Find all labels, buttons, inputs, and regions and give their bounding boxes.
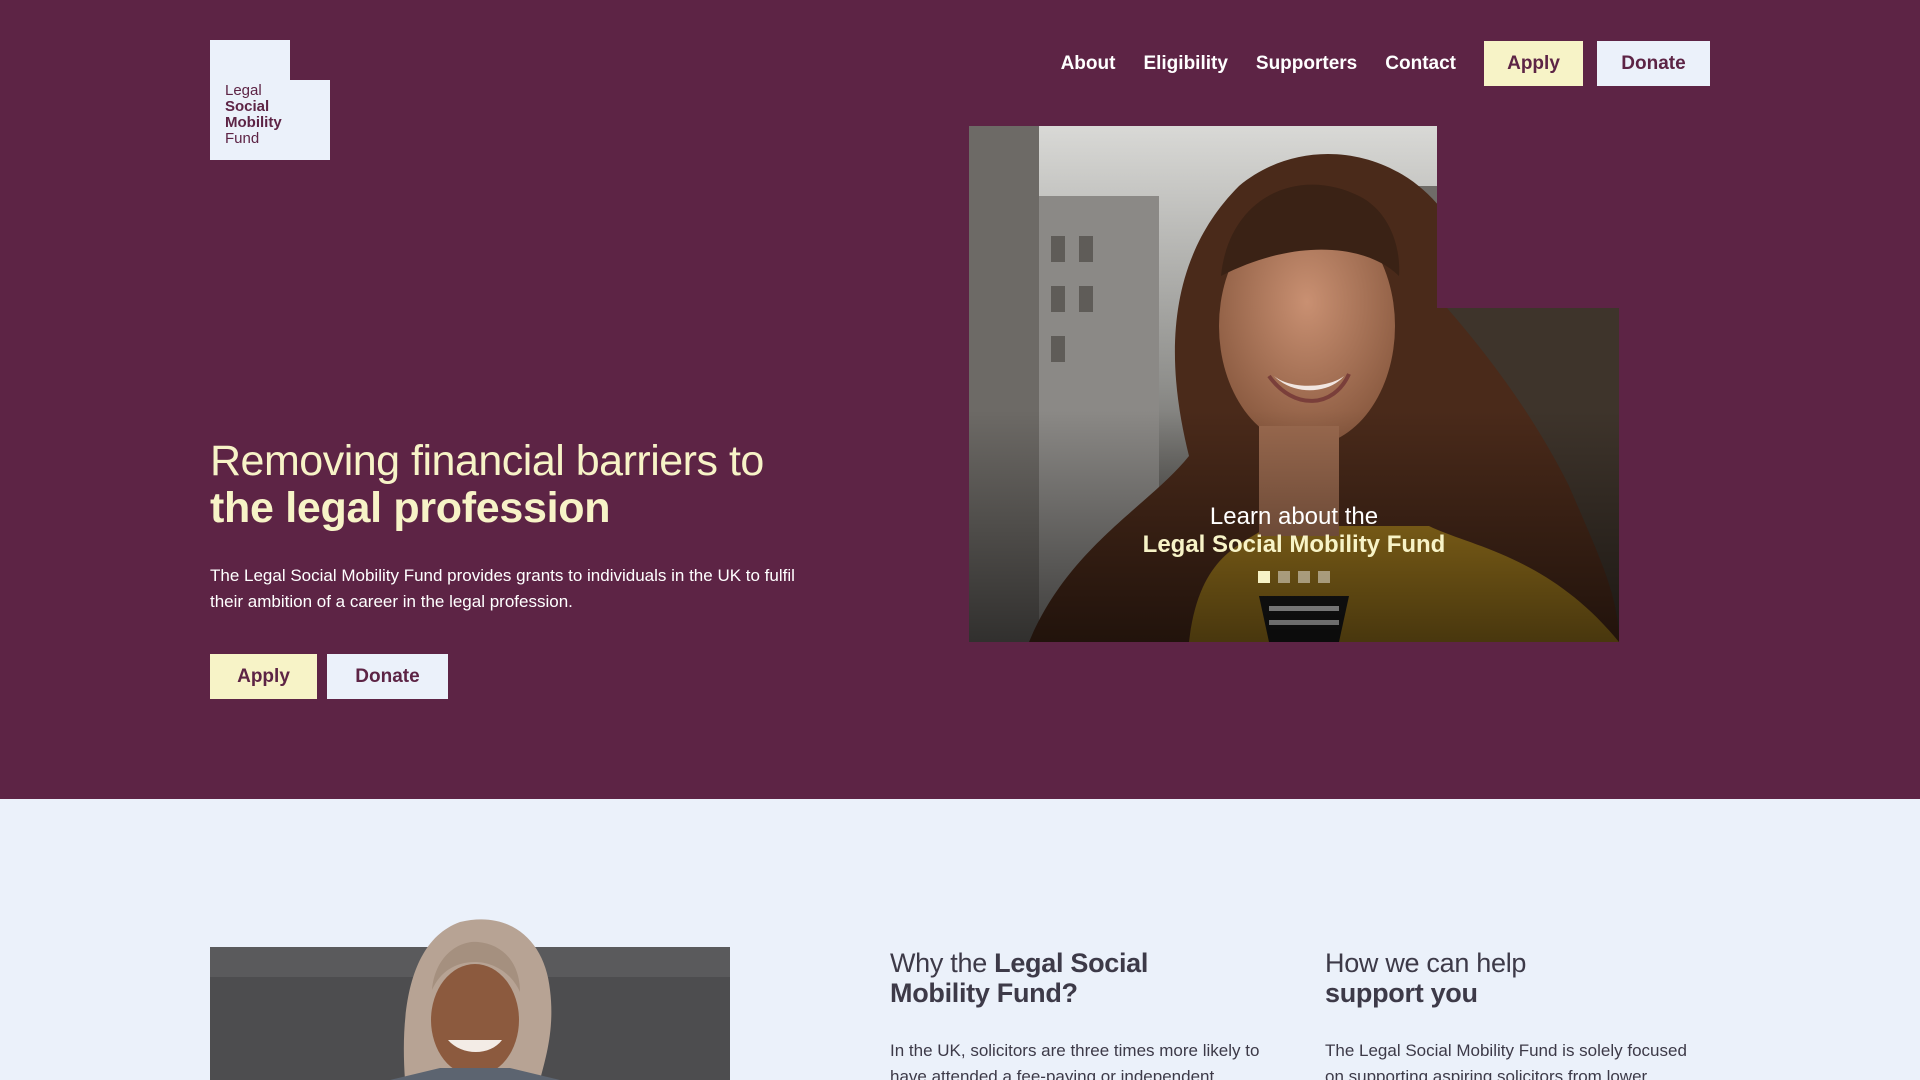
carousel-dot-4[interactable] xyxy=(1318,571,1330,583)
why-body: In the UK, solicitors are three times mo… xyxy=(890,1041,1260,1080)
smiling-woman-photo xyxy=(969,126,1437,642)
carousel-dot-2[interactable] xyxy=(1278,571,1290,583)
help-body: The Legal Social Mobility Fund is solely… xyxy=(1325,1041,1687,1080)
carousel-dot-3[interactable] xyxy=(1298,571,1310,583)
site-logo[interactable]: Legal Social Mobility Fund xyxy=(210,40,330,160)
nav-apply-button[interactable]: Apply xyxy=(1484,41,1583,86)
carousel-dot-1[interactable] xyxy=(1258,571,1270,583)
help-heading: How we can help support you xyxy=(1325,948,1705,1008)
logo-word-2: Social xyxy=(225,98,270,115)
why-heading-bold-1: Legal Social xyxy=(994,948,1149,978)
why-heading: Why the Legal Social Mobility Fund? xyxy=(890,948,1270,1008)
why-section: Why the Legal Social Mobility Fund? In th… xyxy=(890,948,1270,1080)
hero-cta-group: Apply Donate xyxy=(210,654,448,699)
carousel-image-main xyxy=(969,126,1437,642)
woman-in-hijab-photo xyxy=(210,919,730,1080)
hero-section: Legal Social Mobility Fund About Eligibi… xyxy=(0,0,1920,799)
hero-carousel[interactable]: Learn about the Legal Social Mobility Fu… xyxy=(969,126,1619,642)
hero-headline-light: Removing financial barriers to xyxy=(210,437,764,485)
carousel-indicators xyxy=(969,571,1619,583)
hero-headline: Removing financial barriers to the legal… xyxy=(210,438,850,532)
hero-intro: The Legal Social Mobility Fund provides … xyxy=(210,566,795,611)
why-heading-light: Why the xyxy=(890,948,995,978)
hero-headline-bold: the legal profession xyxy=(210,484,611,532)
carousel-image-offset xyxy=(1437,308,1619,642)
nav-link-supporters[interactable]: Supporters xyxy=(1256,53,1357,75)
carousel-caption-line1: Learn about the xyxy=(1209,503,1379,530)
hero-donate-button[interactable]: Donate xyxy=(327,654,448,699)
logo-word-4: Fund xyxy=(225,130,260,147)
nav-donate-button[interactable]: Donate xyxy=(1597,41,1710,86)
logo-word-3: Mobility xyxy=(225,114,282,131)
nav-link-about[interactable]: About xyxy=(1061,53,1116,75)
help-heading-light: How we can help xyxy=(1325,948,1527,978)
carousel-caption-line2: Legal Social Mobility Fund xyxy=(1142,531,1446,558)
nav-link-eligibility[interactable]: Eligibility xyxy=(1143,53,1227,75)
help-heading-bold: support you xyxy=(1325,978,1478,1008)
main-nav: About Eligibility Supporters Contact App… xyxy=(1061,41,1710,86)
help-section: How we can help support you The Legal Soc… xyxy=(1325,948,1705,1080)
logo-word-1: Legal xyxy=(225,82,262,99)
logo-text: Legal Social Mobility Fund xyxy=(225,83,282,147)
smiling-woman-photo-right xyxy=(1437,308,1619,642)
hero-apply-button[interactable]: Apply xyxy=(210,654,317,699)
carousel-caption: Learn about the Legal Social Mobility Fu… xyxy=(969,503,1619,559)
lower-section-image xyxy=(210,900,730,1080)
nav-link-contact[interactable]: Contact xyxy=(1385,53,1456,75)
why-heading-bold-2: Mobility Fund? xyxy=(890,978,1078,1008)
